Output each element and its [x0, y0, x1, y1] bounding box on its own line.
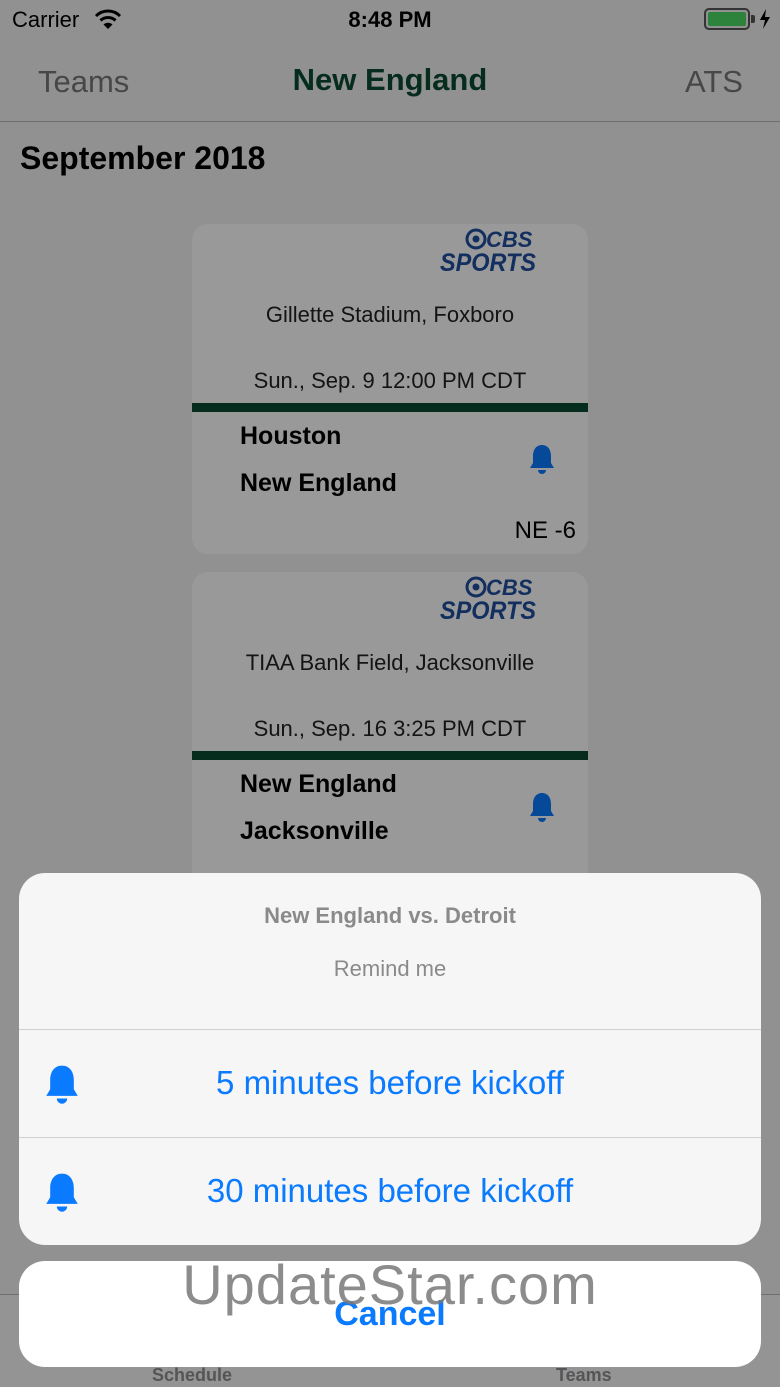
- cancel-label: Cancel: [334, 1295, 446, 1333]
- action-sheet-message: Remind me: [333, 956, 447, 981]
- action-sheet-title: New England vs. Detroit: [264, 903, 516, 928]
- cancel-button[interactable]: Cancel: [19, 1261, 761, 1367]
- remind-5-min-button[interactable]: 5 minutes before kickoff: [19, 1030, 761, 1137]
- remind-30-min-button[interactable]: 30 minutes before kickoff: [19, 1138, 761, 1245]
- reminder-action-sheet: New England vs. Detroit Remind me 5 minu…: [19, 873, 761, 1245]
- action-label: 30 minutes before kickoff: [206, 1172, 574, 1209]
- action-label: 5 minutes before kickoff: [216, 1064, 564, 1101]
